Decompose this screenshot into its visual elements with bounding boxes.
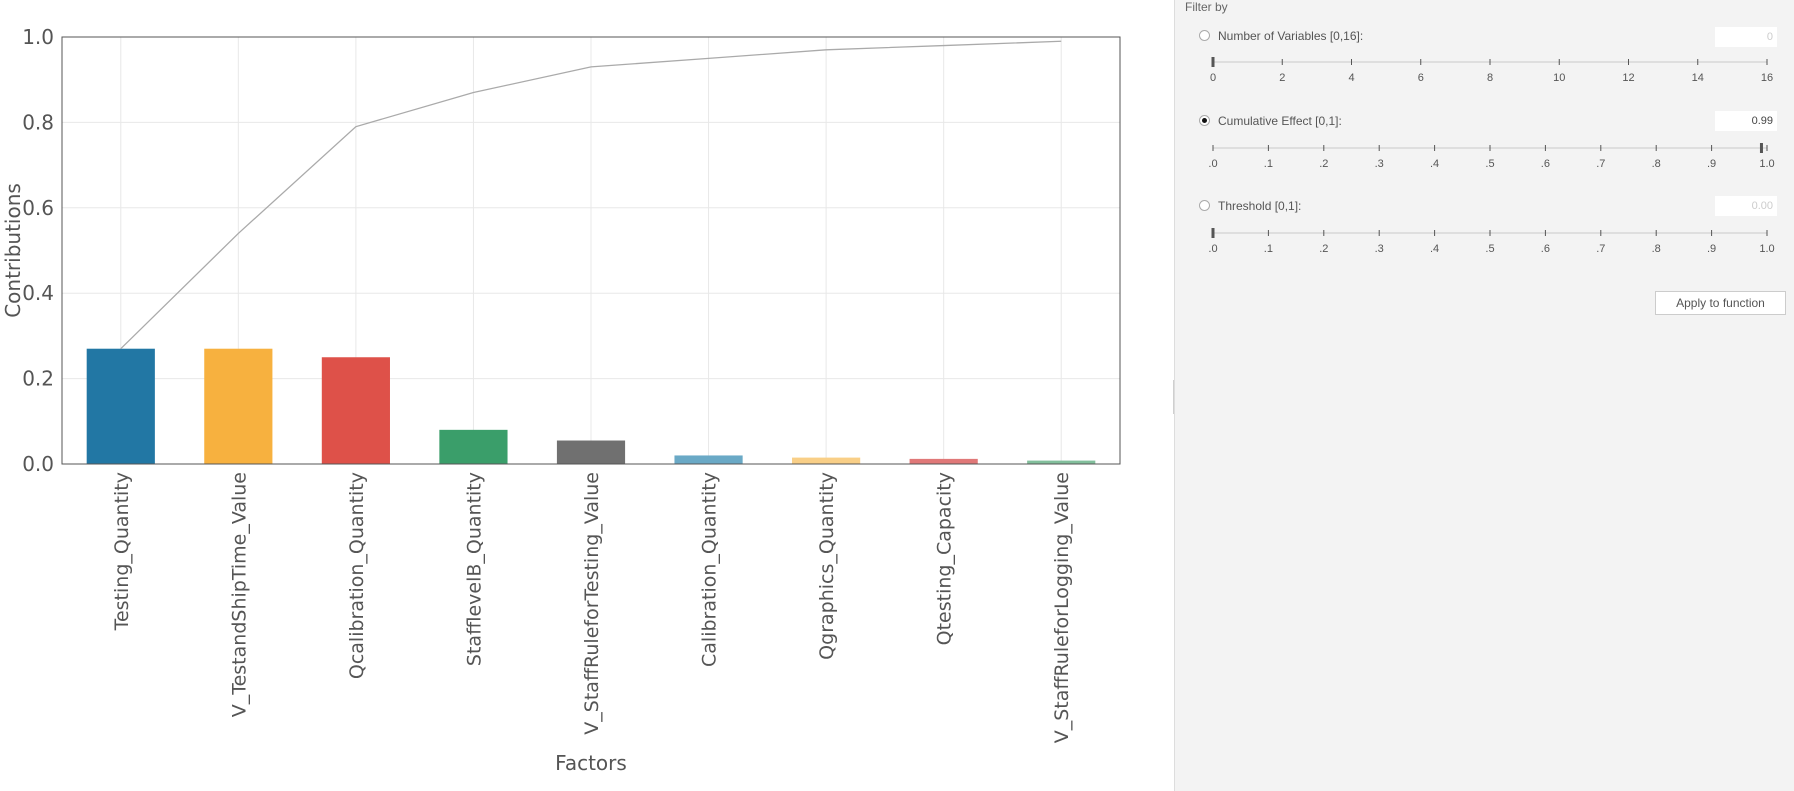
filter-title: Filter by — [1185, 0, 1228, 14]
slider-tick-label: .2 — [1319, 243, 1328, 255]
bar-calibration-quantity[interactable] — [674, 455, 743, 464]
number-of-variables-radio[interactable] — [1199, 30, 1210, 41]
slider-tick-label: .1 — [1264, 243, 1273, 255]
cumulative-effect-input[interactable] — [1715, 111, 1777, 131]
slider-tick-label: .7 — [1596, 158, 1605, 170]
slider-tick-label: 16 — [1761, 72, 1773, 84]
threshold-radio[interactable] — [1199, 200, 1210, 211]
bar-testing-quantity[interactable] — [86, 348, 155, 464]
x-tick-label: V_StaffRuleforLogging_Value — [1051, 472, 1073, 743]
bar-qgraphics-quantity[interactable] — [792, 457, 861, 464]
slider-tick-label: 1.0 — [1759, 243, 1774, 255]
slider-tick-label: 14 — [1692, 72, 1704, 84]
slider-tick-label: 4 — [1348, 72, 1354, 84]
y-axis-label: Contributions — [1, 183, 25, 318]
contributions-chart: 0.0 0.2 0.4 0.6 0.8 1.0 Testing_Quantity V_Test… — [0, 0, 1174, 791]
slider-tick-label: 8 — [1487, 72, 1493, 84]
slider-handle[interactable] — [1211, 57, 1215, 67]
slider-tick-label: .0 — [1208, 243, 1217, 255]
slider-tick-label: 12 — [1622, 72, 1634, 84]
bar-qtesting-capacity[interactable] — [909, 458, 978, 464]
slider-tick-label: .8 — [1652, 243, 1661, 255]
slider-tick-label: 0 — [1210, 72, 1216, 84]
slider-handle[interactable] — [1211, 228, 1215, 238]
x-axis-label: Factors — [555, 751, 627, 775]
threshold-input[interactable] — [1715, 196, 1777, 216]
bar-v-testandshiptime-value[interactable] — [204, 348, 273, 464]
x-tick-label: V_StaffRuleforTesting_Value — [581, 472, 603, 735]
x-tick-label: Qcalibration_Quantity — [346, 472, 368, 679]
cumulative-effect-slider[interactable]: .0 .1 .2 .3 .4 .5 .6 .7 .8 .9 1.0 — [1175, 136, 1794, 176]
slider-handle[interactable] — [1759, 143, 1763, 153]
slider-tick-label: .1 — [1264, 158, 1273, 170]
slider-tick-label: 10 — [1553, 72, 1565, 84]
slider-tick-label: 2 — [1279, 72, 1285, 84]
threshold-slider[interactable]: .0 .1 .2 .3 .4 .5 .6 .7 .8 .9 1.0 — [1175, 221, 1794, 261]
slider-tick-label: .9 — [1707, 158, 1716, 170]
x-tick-label: Qgraphics_Quantity — [816, 472, 838, 660]
slider-tick-label: .4 — [1430, 243, 1439, 255]
x-tick-label: Testing_Quantity — [111, 472, 133, 631]
slider-tick-label: 1.0 — [1759, 158, 1774, 170]
cumulative-effect-radio[interactable] — [1199, 115, 1210, 126]
cumulative-effect-label: Cumulative Effect [0,1]: — [1218, 114, 1342, 128]
number-of-variables-label: Number of Variables [0,16]: — [1218, 29, 1364, 43]
slider-tick-label: .6 — [1541, 243, 1550, 255]
bar-stafflevelb-quantity[interactable] — [439, 429, 508, 464]
apply-to-function-button[interactable]: Apply to function — [1655, 291, 1786, 315]
y-tick-label: 0.4 — [22, 281, 54, 305]
x-tick-label: V_TestandShipTime_Value — [228, 472, 250, 717]
y-tick-label: 0.6 — [22, 196, 54, 220]
slider-tick-label: .0 — [1208, 158, 1217, 170]
number-of-variables-slider[interactable]: 0 2 4 6 8 10 12 14 16 — [1175, 50, 1794, 90]
y-tick-label: 0.8 — [22, 110, 54, 134]
bar-v-staffruleforlogging-value[interactable] — [1027, 460, 1096, 464]
x-tick-label: Qtesting_Capacity — [934, 472, 956, 645]
x-tick-label: Calibration_Quantity — [699, 472, 721, 667]
threshold-label: Threshold [0,1]: — [1218, 199, 1302, 213]
chart-canvas: 0.0 0.2 0.4 0.6 0.8 1.0 Testing_Quantity V_Test… — [1, 25, 1121, 775]
y-tick-label: 1.0 — [22, 25, 54, 49]
bar-qcalibration-quantity[interactable] — [321, 357, 390, 464]
slider-tick-label: .3 — [1375, 243, 1384, 255]
bar-v-staffrulefortesting-value[interactable] — [556, 440, 626, 464]
slider-tick-label: .5 — [1485, 158, 1494, 170]
x-tick-label: StafflevelB_Quantity — [463, 472, 485, 666]
slider-tick-label: .9 — [1707, 243, 1716, 255]
slider-tick-label: .3 — [1375, 158, 1384, 170]
slider-tick-label: .6 — [1541, 158, 1550, 170]
y-tick-label: 0.0 — [22, 452, 54, 476]
filter-panel: Filter by Number of Variables [0,16]: 0 2… — [1174, 0, 1794, 791]
slider-tick-label: .5 — [1485, 243, 1494, 255]
slider-tick-label: .8 — [1652, 158, 1661, 170]
slider-tick-label: .4 — [1430, 158, 1439, 170]
y-tick-label: 0.2 — [22, 367, 54, 391]
slider-tick-label: .7 — [1596, 243, 1605, 255]
slider-tick-label: 6 — [1418, 72, 1424, 84]
number-of-variables-input[interactable] — [1715, 27, 1777, 47]
slider-tick-label: .2 — [1319, 158, 1328, 170]
